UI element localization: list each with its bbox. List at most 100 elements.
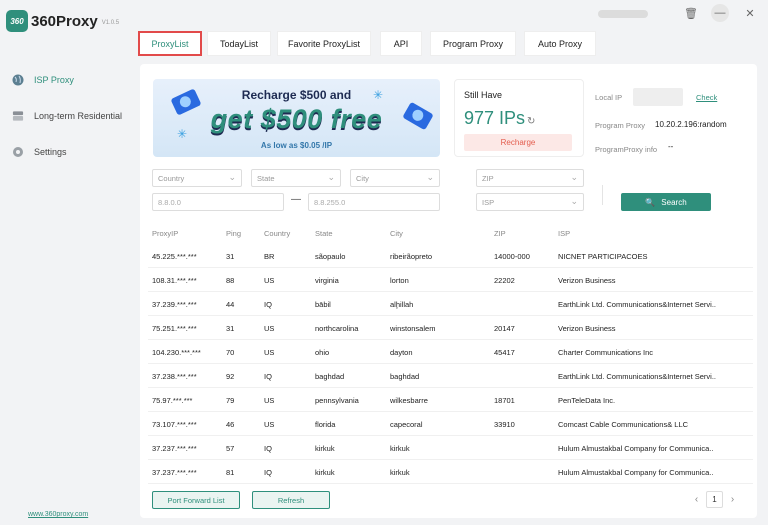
- table-row[interactable]: 37.238.***.*** 92 IQ baghdad baghdad EarthLin…: [148, 364, 753, 388]
- cell-country: US: [264, 324, 275, 333]
- sidebar-item-label: ISP Proxy: [34, 75, 74, 85]
- port-forward-list-button[interactable]: Port Forward List: [152, 491, 240, 509]
- cell-state: sãopaulo: [315, 252, 346, 261]
- app-version: V1.0.5: [101, 20, 120, 26]
- ip-to-input[interactable]: [308, 193, 440, 211]
- zip-select-value: ZIP: [482, 173, 494, 183]
- cell-proxyip: 37.237.***.***: [152, 444, 197, 453]
- cell-city: capecoral: [390, 420, 423, 429]
- cell-country: BR: [264, 252, 275, 261]
- cell-isp: PenTeleData Inc.: [558, 396, 616, 405]
- refresh-button[interactable]: Refresh: [252, 491, 330, 509]
- zip-select[interactable]: ZIP ⌄: [476, 169, 584, 187]
- cell-proxyip: 75.251.***.***: [152, 324, 197, 333]
- table-row[interactable]: 37.237.***.*** 81 IQ kirkuk kirkuk Hulum Almu…: [148, 460, 753, 484]
- cell-city: wilkesbarre: [390, 396, 428, 405]
- cell-isp: EarthLink Ltd. Communications&Internet S…: [558, 372, 716, 381]
- local-ip-label: Local IP: [595, 93, 623, 102]
- refresh-icon[interactable]: ↻: [527, 116, 535, 127]
- sidebar-item-long-term-residential[interactable]: Long-term Residential: [0, 98, 128, 134]
- table-row[interactable]: 45.225.***.*** 31 BR sãopaulo ribeirãopreto 1…: [148, 244, 753, 268]
- ip-from-input[interactable]: [152, 193, 284, 211]
- minimize-icon[interactable]: —: [711, 4, 729, 22]
- cell-country: IQ: [264, 444, 272, 453]
- cell-country: IQ: [264, 372, 272, 381]
- cell-city: winstonsalem: [390, 324, 436, 333]
- balance-amount: 977 IPs ↻: [464, 108, 535, 129]
- table-row[interactable]: 75.251.***.*** 31 US northcarolina winstonsa…: [148, 316, 753, 340]
- tab-todaylist[interactable]: TodayList: [207, 31, 271, 56]
- cell-proxyip: 37.238.***.***: [152, 372, 197, 381]
- cell-zip: 22202: [494, 276, 515, 285]
- recharge-button[interactable]: Recharge: [464, 134, 572, 151]
- cell-isp: Charter Communications Inc: [558, 348, 654, 357]
- cell-city: kirkuk: [390, 468, 410, 477]
- search-button[interactable]: 🔍 Search: [621, 193, 711, 211]
- city-select-value: City: [356, 173, 369, 183]
- program-proxy-label: Program Proxy: [595, 121, 646, 130]
- program-proxy-info-value: --: [668, 142, 674, 151]
- cell-state: northcarolina: [315, 324, 359, 333]
- table-row[interactable]: 75.97.***.*** 79 US pennsylvania wilkesbarre…: [148, 388, 753, 412]
- chevron-down-icon: ⌄: [570, 196, 578, 206]
- prev-page-icon[interactable]: ‹: [688, 491, 705, 508]
- check-link[interactable]: Check: [696, 93, 717, 102]
- table-row[interactable]: 37.239.***.*** 44 IQ bābil alḩillah EarthLink…: [148, 292, 753, 316]
- chevron-down-icon: ⌄: [228, 172, 236, 182]
- trash-icon[interactable]: 🗑: [682, 4, 700, 22]
- balance-card: Still Have 977 IPs ↻ Recharge: [454, 79, 584, 157]
- close-icon[interactable]: ✕: [741, 4, 759, 22]
- sidebar-item-isp-proxy[interactable]: ISP Proxy: [0, 62, 128, 98]
- tab-auto-proxy[interactable]: Auto Proxy: [524, 31, 596, 56]
- banner-price: As low as $0.05 /IP: [260, 141, 333, 150]
- table-row[interactable]: 104.230.***.*** 70 US ohio dayton 45417 Charte…: [148, 340, 753, 364]
- cell-proxyip: 73.107.***.***: [152, 420, 197, 429]
- next-page-icon[interactable]: ›: [724, 491, 741, 508]
- balance-title: Still Have: [464, 90, 503, 100]
- tab-proxylist[interactable]: ProxyList: [138, 31, 202, 56]
- cell-city: lorton: [390, 276, 409, 285]
- cell-proxyip: 37.239.***.***: [152, 300, 197, 309]
- table-row[interactable]: 37.237.***.*** 57 IQ kirkuk kirkuk Hulum Almu…: [148, 436, 753, 460]
- sidebar-item-settings[interactable]: Settings: [0, 134, 128, 170]
- chevron-down-icon: ⌄: [570, 172, 578, 182]
- page-number-current[interactable]: 1: [706, 491, 723, 508]
- cell-ping: 57: [226, 444, 235, 453]
- col-header-state: State: [315, 229, 333, 238]
- website-link[interactable]: www.360proxy.com: [28, 511, 88, 518]
- app-logo: 360 360Proxy V1.0.5: [6, 10, 119, 32]
- tab-api[interactable]: API: [380, 31, 422, 56]
- sidebar-item-label: Long-term Residential: [34, 111, 123, 121]
- cell-city: ribeirãopreto: [390, 252, 433, 261]
- cell-ping: 81: [226, 468, 235, 477]
- cell-zip: 45417: [494, 348, 515, 357]
- cell-proxyip: 45.225.***.***: [152, 252, 197, 261]
- cell-state: ohio: [315, 348, 330, 357]
- cell-country: IQ: [264, 300, 272, 309]
- cell-ping: 79: [226, 396, 235, 405]
- ip-range-separator: —: [291, 194, 301, 205]
- chevron-down-icon: ⌄: [327, 172, 335, 182]
- country-select[interactable]: Country ⌄: [152, 169, 242, 187]
- tab-favorite-proxylist[interactable]: Favorite ProxyList: [277, 31, 371, 56]
- user-account-blurred[interactable]: [598, 10, 648, 18]
- cell-city: alḩillah: [390, 300, 414, 309]
- cell-isp: NICNET PARTICIPACOES: [558, 252, 648, 261]
- promo-banner[interactable]: ✳ ✳ Recharge $500 and get $500 free As l…: [153, 79, 440, 157]
- tab-program-proxy[interactable]: Program Proxy: [430, 31, 516, 56]
- cell-isp: Hulum Almustakbal Company for Communica.…: [558, 444, 714, 453]
- col-header-isp: ISP: [558, 229, 571, 238]
- cell-state: kirkuk: [315, 468, 335, 477]
- cell-zip: 33910: [494, 420, 515, 429]
- state-select[interactable]: State ⌄: [251, 169, 341, 187]
- cell-proxyip: 108.31.***.***: [152, 276, 197, 285]
- balance-value: 977 IPs: [464, 108, 526, 128]
- chevron-down-icon: ⌄: [426, 172, 434, 182]
- cell-zip: 20147: [494, 324, 515, 333]
- col-header-proxyip: ProxyIP: [152, 229, 179, 238]
- table-row[interactable]: 108.31.***.*** 88 US virginia lorton 22202 Ver…: [148, 268, 753, 292]
- banner-offer: get $500 free: [210, 104, 383, 134]
- isp-select[interactable]: ISP ⌄: [476, 193, 584, 211]
- city-select[interactable]: City ⌄: [350, 169, 440, 187]
- table-row[interactable]: 73.107.***.*** 46 US florida capecoral 33910 C…: [148, 412, 753, 436]
